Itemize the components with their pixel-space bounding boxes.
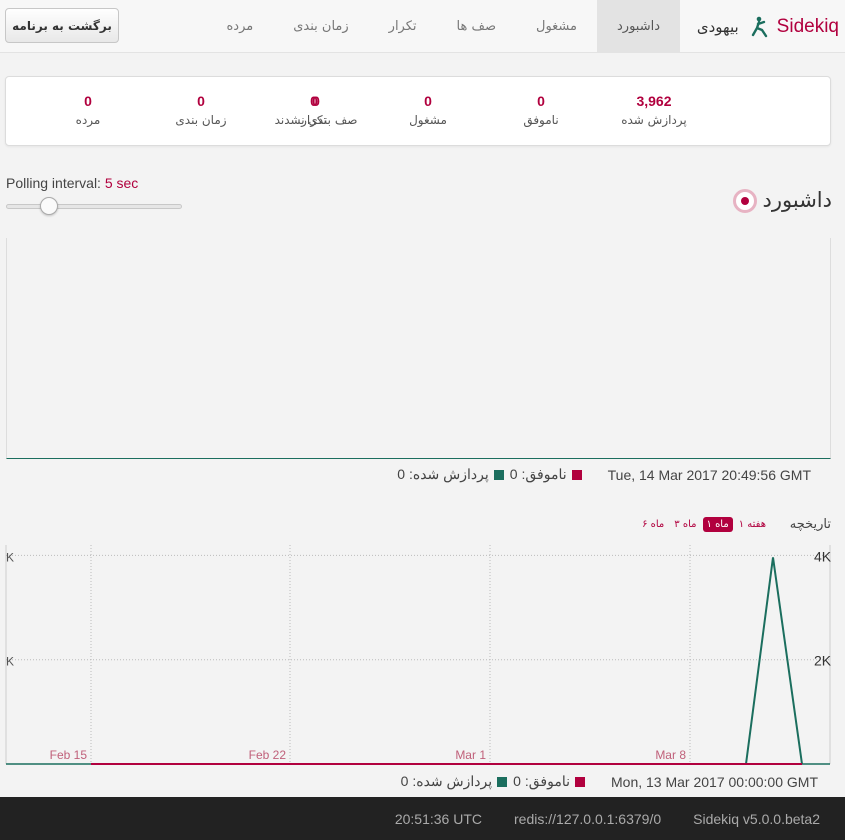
polling-value: 5 sec (104, 175, 139, 191)
realtime-timestamp: Tue, 14 Mar 2017 20:49:56 GMT (607, 466, 811, 483)
navbar: برگشت به برنامه داشبورد مشغول صف ها تکرا… (0, 0, 845, 53)
stat-failed[interactable]: 0 ناموفق (486, 77, 596, 147)
stat-value: 0 (84, 93, 92, 109)
polling-label-text: Polling interval: (6, 175, 101, 191)
brand-locale: بیهودی (696, 17, 739, 36)
legend-failed: ناموفق: 0 (513, 773, 585, 790)
sidekiq-logo-icon (751, 16, 767, 37)
footer-redis-url: redis://127.0.0.1:6379/0 (514, 810, 662, 827)
stat-label: ناموفق (523, 113, 559, 127)
legend-failed: ناموفق: 0 (510, 466, 582, 483)
processed-swatch-icon (497, 776, 508, 787)
legend-processed-label: پردازش شده: 0 (400, 773, 493, 789)
x-tick-label: Mar 8 (655, 748, 686, 762)
legend-failed-label: ناموفق: 0 (509, 466, 567, 482)
stat-scheduled[interactable]: 0 زمان بندی (146, 77, 256, 147)
range-1-month[interactable]: ۱ ماه (702, 517, 733, 532)
footer: 20:51:36 UTC redis://127.0.0.1:6379/0 Si… (0, 797, 845, 840)
polling-interval-label: Polling interval: 5 sec (6, 175, 138, 191)
stat-value: 0 (310, 93, 318, 109)
stat-busy[interactable]: 0 مشغول (373, 77, 483, 147)
range-6-months[interactable]: ۶ ماه (638, 517, 668, 532)
dashboard-title: داشبورد (762, 188, 832, 212)
stat-processed[interactable]: 3,962 پردازش شده (599, 77, 709, 147)
stat-retries[interactable]: 0 تکرار (259, 77, 369, 147)
failed-swatch-icon (575, 776, 585, 787)
tab-dashboard[interactable]: داشبورد (597, 0, 680, 53)
live-beacon-icon (733, 189, 757, 213)
back-to-app-button[interactable]: برگشت به برنامه (5, 8, 119, 43)
history-chart: 2K K 4K K Feb 15 Feb 22 Mar 1 Mar 8 (5, 545, 832, 765)
stat-value: 3,962 (636, 93, 672, 109)
footer-version: Sidekiq v5.0.0.beta2 (693, 810, 820, 827)
nav-tabs: داشبورد مشغول صف ها تکرار زمان بندی مرده (207, 0, 680, 53)
tab-dead[interactable]: مرده (207, 0, 274, 53)
failed-swatch-icon (571, 469, 582, 480)
stat-label: پردازش شده (621, 113, 687, 127)
stat-label: زمان بندی (175, 113, 227, 127)
processed-swatch-icon (493, 469, 504, 480)
stat-value: 0 (197, 93, 205, 109)
tab-retries[interactable]: تکرار (369, 0, 437, 53)
history-timestamp: Mon, 13 Mar 2017 00:00:00 GMT (611, 773, 818, 790)
realtime-chart (6, 238, 831, 459)
history-range-buttons: ۱ هفته ۱ ماه ۳ ماه ۶ ماه (638, 517, 770, 532)
polling-slider-track[interactable] (6, 204, 182, 209)
y-tick-label: 2K (814, 653, 832, 669)
y-tick-label: 4K (814, 548, 832, 564)
range-1-week[interactable]: ۱ هفته (735, 517, 770, 532)
x-tick-label: Mar 1 (455, 748, 486, 762)
processed-series-line (91, 557, 803, 765)
stat-label: مرده (75, 113, 101, 127)
tab-queues[interactable]: صف ها (437, 0, 516, 53)
footer-time: 20:51:36 UTC (394, 810, 483, 827)
x-tick-label: Feb 22 (249, 748, 287, 762)
x-tick-label: Feb 15 (50, 748, 88, 762)
stat-value: 0 (424, 93, 432, 109)
legend-processed: پردازش شده: 0 (397, 466, 504, 483)
stat-label: مشغول (409, 113, 447, 127)
tab-busy[interactable]: مشغول (516, 0, 597, 53)
legend-processed-label: پردازش شده: 0 (397, 466, 489, 482)
brand-name: Sidekiq (776, 15, 839, 37)
y-tick-label-left: K (6, 550, 14, 564)
history-legend: پردازش شده: 0 ناموفق: 0 Mon, 13 Mar 2017… (401, 773, 818, 790)
stat-label: تکرار (301, 113, 327, 127)
legend-processed: پردازش شده: 0 (400, 773, 508, 790)
summary-stats: 3,962 پردازش شده 0 ناموفق 0 مشغول 0 صف ب… (5, 76, 831, 146)
tab-scheduled[interactable]: زمان بندی (273, 0, 368, 53)
y-tick-label-left: K (6, 655, 14, 669)
polling-slider-handle[interactable] (40, 197, 59, 215)
range-3-months[interactable]: ۳ ماه (670, 517, 700, 532)
stat-value: 0 (537, 93, 545, 109)
legend-failed-label: ناموفق: 0 (513, 773, 570, 789)
history-title: تاریخچه (789, 517, 831, 532)
stat-dead[interactable]: 0 مرده (33, 77, 143, 147)
realtime-legend: پردازش شده: 0 ناموفق: 0 Tue, 14 Mar 2017… (397, 466, 811, 483)
brand[interactable]: بیهودی Sidekiq (697, 0, 839, 53)
